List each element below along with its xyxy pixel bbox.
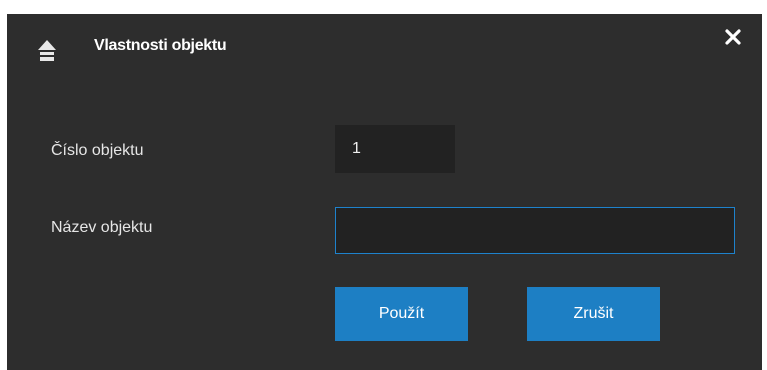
dialog-title: Vlastnosti objektu	[94, 37, 227, 54]
object-number-value: 1	[335, 125, 455, 173]
apply-button[interactable]: Použít	[335, 287, 468, 341]
object-name-label: Název objektu	[51, 219, 153, 236]
cancel-button[interactable]: Zrušit	[527, 287, 660, 341]
close-icon[interactable]	[722, 26, 744, 48]
up-arrow-home-icon	[37, 39, 57, 63]
dialog-titlebar: Vlastnosti objektu	[7, 14, 762, 80]
object-properties-dialog: Vlastnosti objektu Číslo objektu 1 Název…	[7, 14, 762, 370]
object-number-label: Číslo objektu	[51, 142, 144, 159]
object-name-input[interactable]	[335, 207, 735, 254]
